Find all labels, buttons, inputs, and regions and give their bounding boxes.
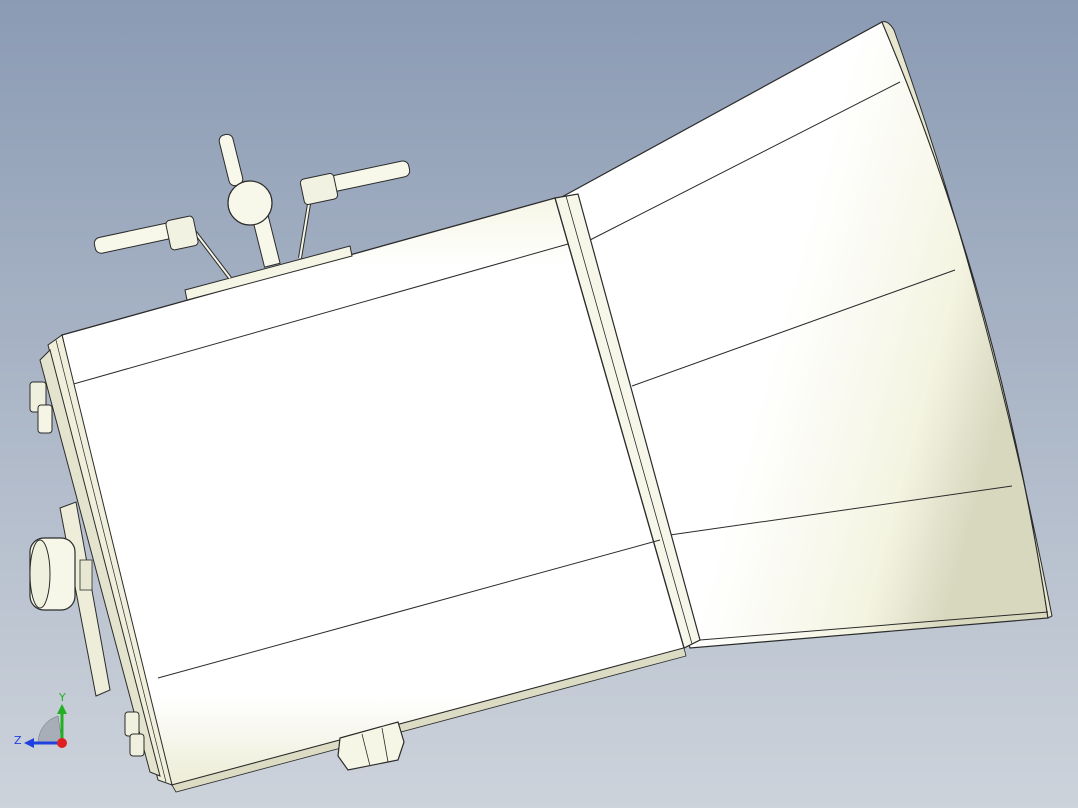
triad-x-axis-dot (57, 738, 67, 748)
cad-3d-viewport[interactable]: Y Z (0, 0, 1078, 808)
cad-model-view[interactable]: Y Z (0, 0, 1078, 808)
triad-y-label: Y (58, 691, 66, 704)
triad-z-label: Z (14, 734, 22, 747)
